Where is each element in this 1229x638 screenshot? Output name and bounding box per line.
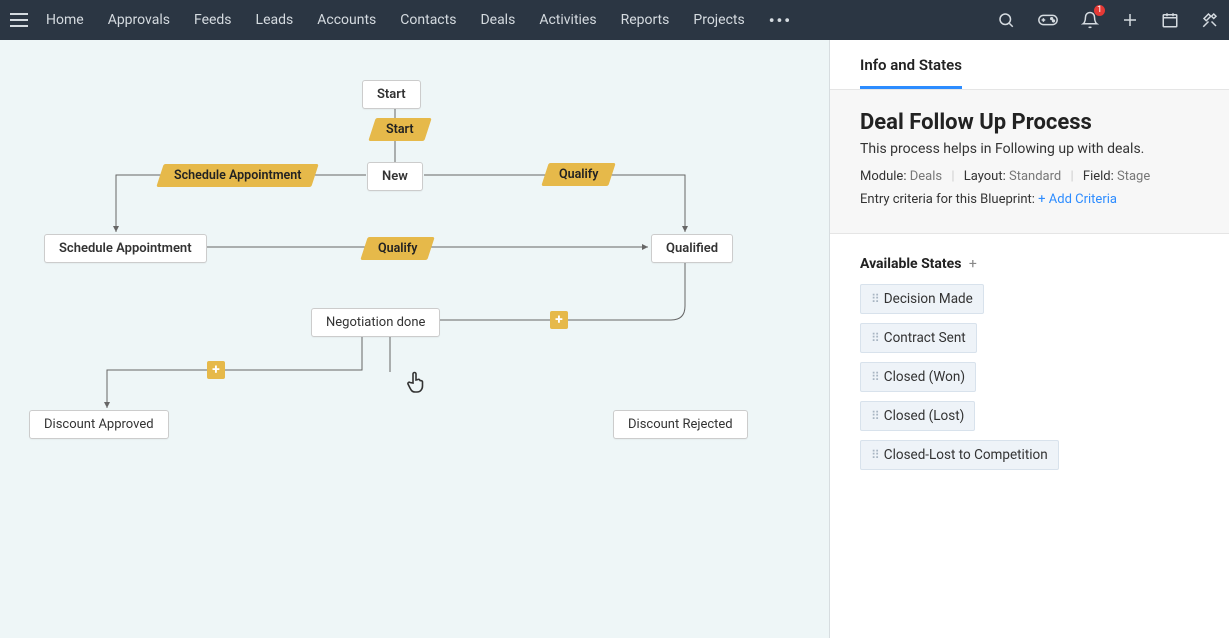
- nav-utility-icons: 1: [997, 11, 1219, 29]
- bell-icon[interactable]: 1: [1081, 11, 1099, 29]
- nav-reports[interactable]: Reports: [621, 12, 670, 28]
- node-schedule-appointment[interactable]: Schedule Appointment: [44, 234, 207, 263]
- tools-icon[interactable]: [1201, 11, 1219, 29]
- nav-accounts[interactable]: Accounts: [317, 12, 376, 28]
- nav-leads[interactable]: Leads: [256, 12, 294, 28]
- blueprint-canvas[interactable]: Start Start New Schedule Appointment Qua…: [0, 40, 830, 638]
- node-new[interactable]: New: [367, 162, 423, 191]
- transition-qualify-top[interactable]: Qualify: [541, 163, 616, 186]
- transition-schedule-appointment[interactable]: Schedule Appointment: [156, 164, 319, 187]
- node-negotiation-done[interactable]: Negotiation done: [311, 308, 440, 337]
- drag-handle-icon: ⠿: [871, 370, 878, 384]
- node-discount-approved[interactable]: Discount Approved: [29, 410, 169, 439]
- nav-home[interactable]: Home: [46, 12, 84, 28]
- hamburger-menu-icon[interactable]: [10, 13, 28, 27]
- transition-start[interactable]: Start: [368, 118, 431, 141]
- module-value: Deals: [910, 169, 942, 184]
- state-contract-sent[interactable]: ⠿Contract Sent: [860, 323, 977, 353]
- search-icon[interactable]: [997, 11, 1015, 29]
- top-nav: Home Approvals Feeds Leads Accounts Cont…: [0, 0, 1229, 40]
- node-start[interactable]: Start: [362, 80, 421, 109]
- state-decision-made[interactable]: ⠿Decision Made: [860, 284, 984, 314]
- nav-feeds[interactable]: Feeds: [194, 12, 232, 28]
- add-criteria-link[interactable]: + Add Criteria: [1038, 192, 1117, 207]
- calendar-icon[interactable]: [1161, 11, 1179, 29]
- process-title: Deal Follow Up Process: [860, 110, 1199, 135]
- available-states-label: Available States: [860, 256, 961, 272]
- state-closed-lost-to-competition[interactable]: ⠿Closed-Lost to Competition: [860, 440, 1059, 470]
- node-discount-rejected[interactable]: Discount Rejected: [613, 410, 748, 439]
- nav-contacts[interactable]: Contacts: [400, 12, 456, 28]
- game-controller-icon[interactable]: [1037, 11, 1059, 29]
- tab-info-and-states[interactable]: Info and States: [860, 40, 962, 89]
- nav-projects[interactable]: Projects: [693, 12, 744, 28]
- node-qualified[interactable]: Qualified: [651, 234, 733, 263]
- entry-criteria-row: Entry criteria for this Blueprint: + Add…: [860, 192, 1199, 207]
- add-state-icon[interactable]: +: [969, 256, 977, 272]
- sidebar-tabs: Info and States: [830, 40, 1229, 90]
- field-label: Field:: [1083, 169, 1114, 184]
- nav-activities[interactable]: Activities: [539, 12, 596, 28]
- right-sidebar: Info and States Deal Follow Up Process T…: [830, 40, 1229, 638]
- criteria-label: Entry criteria for this Blueprint:: [860, 192, 1035, 207]
- sidebar-body: Available States + ⠿Decision Made ⠿Contr…: [830, 234, 1229, 501]
- process-meta: Module: Deals | Layout: Standard | Field…: [860, 169, 1199, 184]
- plus-icon[interactable]: [1121, 11, 1139, 29]
- add-transition-icon-2[interactable]: +: [207, 361, 225, 379]
- nav-items: Home Approvals Feeds Leads Accounts Cont…: [46, 12, 745, 28]
- nav-deals[interactable]: Deals: [480, 12, 515, 28]
- drag-handle-icon: ⠿: [871, 331, 878, 345]
- layout-value: Standard: [1009, 169, 1061, 184]
- available-states-heading: Available States +: [860, 256, 1199, 272]
- field-value: Stage: [1117, 169, 1150, 184]
- notification-badge: 1: [1094, 5, 1105, 16]
- nav-more-icon[interactable]: •••: [769, 11, 792, 30]
- transition-qualify-mid[interactable]: Qualify: [360, 237, 435, 260]
- pointer-cursor-icon: [404, 370, 428, 402]
- module-label: Module:: [860, 169, 906, 184]
- state-closed-lost[interactable]: ⠿Closed (Lost): [860, 401, 975, 431]
- add-transition-icon[interactable]: +: [550, 311, 568, 329]
- drag-handle-icon: ⠿: [871, 448, 878, 462]
- drag-handle-icon: ⠿: [871, 292, 878, 306]
- drag-handle-icon: ⠿: [871, 409, 878, 423]
- layout-label: Layout:: [964, 169, 1006, 184]
- nav-approvals[interactable]: Approvals: [108, 12, 170, 28]
- process-description: This process helps in Following up with …: [860, 141, 1199, 157]
- state-closed-won[interactable]: ⠿Closed (Won): [860, 362, 976, 392]
- sidebar-header: Deal Follow Up Process This process help…: [830, 90, 1229, 234]
